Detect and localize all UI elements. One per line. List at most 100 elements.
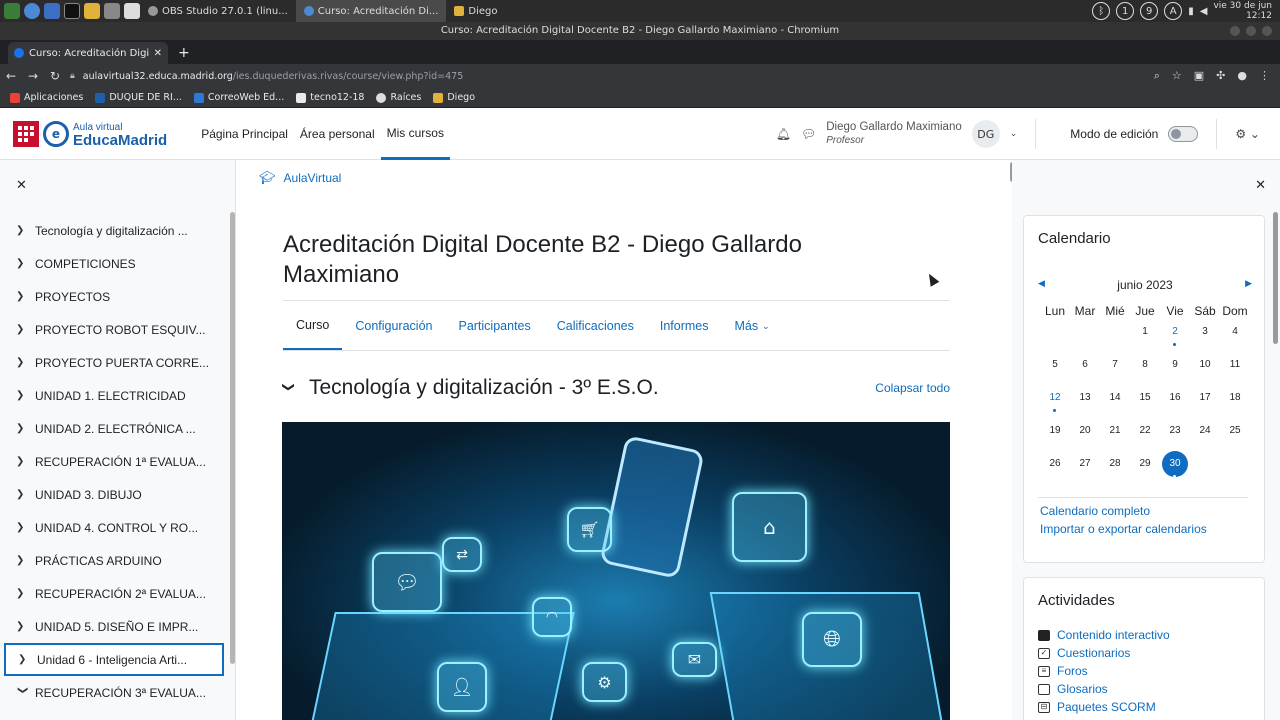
calendar-day[interactable]: 15 bbox=[1130, 392, 1160, 425]
next-month-icon[interactable]: ▶ bbox=[1245, 278, 1252, 292]
calendar-day[interactable]: 26 bbox=[1040, 458, 1070, 491]
calendar-day[interactable]: 16 bbox=[1160, 392, 1190, 425]
gear-icon[interactable]: ⚙ ⌄ bbox=[1235, 127, 1260, 141]
activity-link[interactable]: Glosarios bbox=[1038, 680, 1170, 698]
calendar-day[interactable]: 24 bbox=[1190, 425, 1220, 458]
chevron-right-icon[interactable]: ❯ bbox=[16, 258, 35, 269]
chevron-down-icon[interactable]: ❯ bbox=[282, 382, 296, 394]
course-index-item[interactable]: ❯ UNIDAD 4. CONTROL Y RO... bbox=[4, 511, 224, 544]
chevron-right-icon[interactable]: ❯ bbox=[16, 588, 35, 599]
minimize-button[interactable] bbox=[1230, 26, 1240, 36]
os-task-chromium[interactable]: Curso: Acreditación Di... bbox=[295, 0, 447, 22]
edit-mode-toggle[interactable] bbox=[1168, 126, 1199, 142]
reload-icon[interactable]: ↻ bbox=[44, 69, 66, 83]
chevron-right-icon[interactable]: ❯ bbox=[16, 225, 35, 236]
course-index-item[interactable]: ❯ PROYECTOS bbox=[4, 280, 224, 313]
maximize-button[interactable] bbox=[1246, 26, 1256, 36]
calendar-day[interactable]: 9 bbox=[1160, 359, 1190, 392]
course-index-item-current[interactable]: ❯ Unidad 6 - Inteligencia Arti... bbox=[4, 643, 224, 676]
close-tab-icon[interactable]: ✕ bbox=[154, 48, 162, 59]
os-task-obs[interactable]: OBS Studio 27.0.1 (linu... bbox=[140, 0, 296, 22]
chevron-down-icon[interactable]: ❯ bbox=[17, 686, 28, 699]
tray-badge-a[interactable]: A bbox=[1164, 2, 1183, 20]
course-index-item[interactable]: ❯ Tecnología y digitalización ... bbox=[4, 214, 224, 247]
calendar-day[interactable]: 13 bbox=[1070, 392, 1100, 425]
course-index-item[interactable]: ❯ UNIDAD 2. ELECTRÓNICA ... bbox=[4, 412, 224, 445]
calendar-day[interactable]: 3 bbox=[1190, 326, 1220, 359]
lock-icon[interactable]: 🔒︎ bbox=[70, 71, 75, 81]
user-menu[interactable]: Diego Gallardo Maximiano Profesor bbox=[826, 121, 962, 147]
extension-icon[interactable]: ▣ bbox=[1194, 69, 1204, 83]
menu-icon[interactable] bbox=[4, 3, 20, 19]
drawer-scrollbar[interactable] bbox=[230, 212, 235, 664]
app-launcher-icon[interactable] bbox=[44, 3, 60, 19]
bookmark-tecno[interactable]: tecno12-18 bbox=[296, 92, 364, 103]
clock[interactable]: vie 30 de jun 12:12 bbox=[1213, 1, 1272, 21]
bookmark-duque[interactable]: DUQUE DE RI... bbox=[95, 92, 182, 103]
activity-link[interactable]: ≡ Foros bbox=[1038, 662, 1170, 680]
browser-menu-icon[interactable]: ⋮ bbox=[1259, 69, 1270, 83]
bookmark-apps[interactable]: Aplicaciones bbox=[10, 92, 83, 103]
bookmark-correoweb[interactable]: CorreoWeb Ed... bbox=[193, 92, 284, 103]
course-index-item[interactable]: ❯ PRÁCTICAS ARDUINO bbox=[4, 544, 224, 577]
avatar[interactable]: DG bbox=[971, 120, 1000, 148]
course-index-item[interactable]: ❯ PROYECTO ROBOT ESQUIV... bbox=[4, 313, 224, 346]
activity-link[interactable]: ⊟ Paquetes SCORM bbox=[1038, 698, 1170, 716]
chevron-right-icon[interactable]: ❯ bbox=[16, 489, 35, 500]
chevron-right-icon[interactable]: ❯ bbox=[16, 621, 35, 632]
network-icon[interactable]: ▮ bbox=[1188, 6, 1194, 17]
course-index-item[interactable]: ❯ RECUPERACIÓN 1ª EVALUA... bbox=[4, 445, 224, 478]
bluetooth-icon[interactable]: ᛒ bbox=[1092, 2, 1111, 20]
chevron-down-icon[interactable]: ⌄ bbox=[1010, 129, 1018, 139]
back-icon[interactable]: ← bbox=[0, 69, 22, 83]
calendar-day[interactable]: 25 bbox=[1220, 425, 1250, 458]
close-blocks-drawer-icon[interactable]: ✕ bbox=[1255, 178, 1266, 193]
chevron-right-icon[interactable]: ❯ bbox=[16, 324, 35, 335]
volume-icon[interactable]: ◀ bbox=[1200, 6, 1208, 17]
chevron-right-icon[interactable]: ❯ bbox=[16, 555, 35, 566]
chevron-right-icon[interactable]: ❯ bbox=[16, 390, 35, 401]
chevron-right-icon[interactable]: ❯ bbox=[16, 423, 35, 434]
course-index-item[interactable]: ❯ UNIDAD 1. ELECTRICIDAD bbox=[4, 379, 224, 412]
tab-participants[interactable]: Participantes bbox=[445, 301, 543, 351]
calendar-day[interactable]: 14 bbox=[1100, 392, 1130, 425]
chevron-right-icon[interactable]: ❯ bbox=[16, 357, 35, 368]
files-launcher-icon[interactable] bbox=[84, 3, 100, 19]
breadcrumb-link[interactable]: AulaVirtual bbox=[284, 171, 342, 185]
full-calendar-link[interactable]: Calendario completo bbox=[1040, 504, 1150, 518]
extensions-puzzle-icon[interactable]: ✣ bbox=[1216, 69, 1225, 83]
course-index-item[interactable]: ❯ UNIDAD 5. DISEÑO E IMPR... bbox=[4, 610, 224, 643]
calendar-day[interactable]: 6 bbox=[1070, 359, 1100, 392]
chevron-right-icon[interactable]: ❯ bbox=[16, 522, 35, 533]
bookmark-star-icon[interactable]: ☆ bbox=[1172, 69, 1182, 83]
bookmark-diego[interactable]: Diego bbox=[433, 92, 475, 103]
chevron-right-icon[interactable]: ❯ bbox=[16, 456, 35, 467]
nav-home[interactable]: Página Principal bbox=[195, 109, 294, 160]
activity-link[interactable]: Contenido interactivo bbox=[1038, 626, 1170, 644]
calendar-day[interactable]: 12 bbox=[1040, 392, 1070, 425]
calendar-day[interactable]: 27 bbox=[1070, 458, 1100, 491]
prev-month-icon[interactable]: ◀ bbox=[1038, 278, 1045, 292]
bookmark-raices[interactable]: Raíces bbox=[376, 92, 421, 103]
app3-launcher-icon[interactable] bbox=[124, 3, 140, 19]
messages-icon[interactable]: 💬︎ bbox=[801, 127, 816, 141]
calendar-day[interactable]: 17 bbox=[1190, 392, 1220, 425]
blocks-scrollbar[interactable] bbox=[1273, 212, 1278, 344]
browser-launcher-icon[interactable] bbox=[24, 3, 40, 19]
tab-more[interactable]: Más ⌄ bbox=[722, 301, 783, 351]
nav-dashboard[interactable]: Área personal bbox=[294, 109, 381, 160]
terminal-launcher-icon[interactable] bbox=[64, 3, 80, 19]
calendar-day[interactable]: 7 bbox=[1100, 359, 1130, 392]
tray-badge-1[interactable]: 1 bbox=[1116, 2, 1135, 20]
calendar-day[interactable]: 4 bbox=[1220, 326, 1250, 359]
url-field[interactable]: aulavirtual32.educa.madrid.org/ies.duque… bbox=[83, 71, 1154, 82]
course-index-item[interactable]: ❯ RECUPERACIÓN 2ª EVALUA... bbox=[4, 577, 224, 610]
course-index-item[interactable]: ❯ COMPETICIONES bbox=[4, 247, 224, 280]
calendar-day[interactable]: 30 bbox=[1160, 451, 1190, 491]
tab-settings[interactable]: Configuración bbox=[342, 301, 445, 351]
forward-icon[interactable]: → bbox=[22, 69, 44, 83]
calendar-day[interactable]: 10 bbox=[1190, 359, 1220, 392]
calendar-day[interactable]: 8 bbox=[1130, 359, 1160, 392]
notifications-bell-icon[interactable]: 🔔︎ bbox=[776, 127, 791, 141]
zoom-icon[interactable]: ⌕ bbox=[1154, 69, 1160, 83]
